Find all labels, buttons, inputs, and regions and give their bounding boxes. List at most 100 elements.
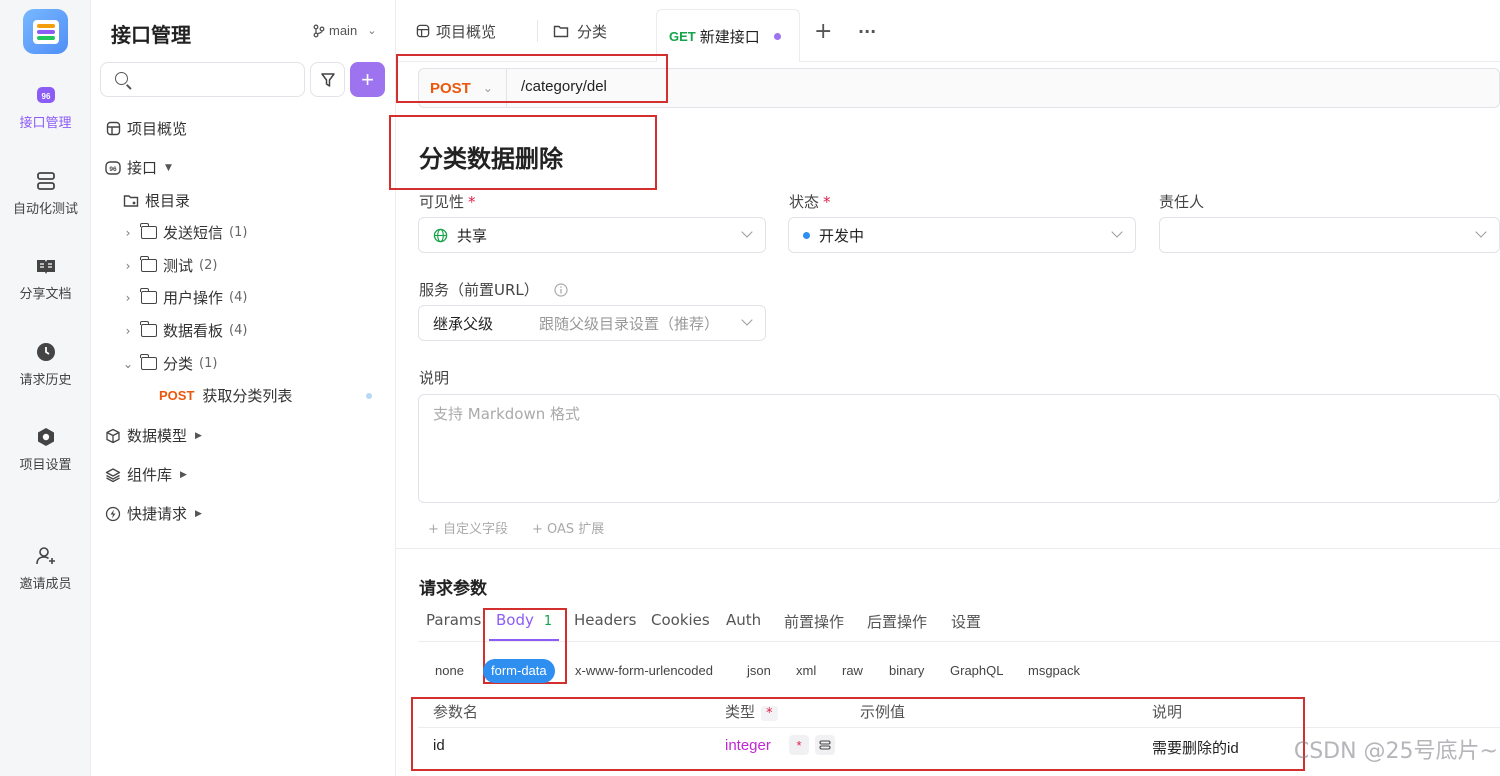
tab-body[interactable]: Body 1 [496, 611, 552, 629]
sidebar-item-label: 快捷请求 [127, 505, 188, 523]
owner-select[interactable] [1159, 217, 1500, 253]
search-input[interactable] [100, 62, 305, 97]
body-type-none[interactable]: none [435, 659, 464, 683]
body-type-urlencoded[interactable]: x-www-form-urlencoded [575, 659, 713, 683]
folder-name: 用户操作 [163, 289, 224, 307]
tree-folder[interactable]: › 测试 (2) [121, 255, 217, 276]
tree-folder[interactable]: › 数据看板 (4) [121, 320, 247, 341]
body-type-raw[interactable]: raw [842, 659, 863, 683]
sidebar: 接口管理 main ⌄ + 项目概览 96 接口 ▼ 根目录 › 发送短信 (1… [91, 0, 396, 776]
cube-icon [105, 428, 121, 444]
service-label: 服务（前置URL） [419, 279, 568, 300]
folder-icon [553, 24, 569, 38]
folder-count: (1) [199, 356, 218, 371]
rail-item-settings[interactable]: 项目设置 [0, 426, 91, 473]
add-button[interactable]: + [350, 62, 385, 97]
branch-selector[interactable]: main ⌄ [313, 23, 376, 38]
body-type-msgpack[interactable]: msgpack [1028, 659, 1080, 683]
param-type-cell[interactable]: integer [725, 737, 771, 754]
path-input[interactable]: /category/del [521, 78, 607, 95]
tab-pre-operation[interactable]: 前置操作 [784, 611, 844, 632]
api-name-input[interactable]: 分类数据删除 [419, 139, 563, 174]
sidebar-item-label: 接口 [127, 159, 158, 177]
tab-new-api[interactable]: GET 新建接口 [656, 9, 800, 62]
sidebar-item-overview[interactable]: 项目概览 [105, 118, 187, 139]
rail-label: 分享文档 [19, 287, 72, 302]
chevron-down-icon [741, 314, 753, 326]
tab-cookies[interactable]: Cookies [651, 611, 710, 629]
visibility-select[interactable]: 共享 [418, 217, 766, 253]
more-tabs-button[interactable]: ··· [858, 9, 876, 53]
tab-settings[interactable]: 设置 [951, 611, 981, 632]
body-type-xml[interactable]: xml [796, 659, 816, 683]
tabs-divider [418, 641, 1500, 642]
tree-root[interactable]: 根目录 [123, 190, 190, 211]
column-header-example: 示例值 [860, 703, 906, 721]
body-type-graphql[interactable]: GraphQL [950, 659, 1003, 683]
table-divider [418, 727, 1500, 728]
description-textarea[interactable]: 支持 Markdown 格式 [418, 394, 1500, 503]
sidebar-item-data-model[interactable]: 数据模型 ▶ [105, 425, 202, 446]
label-text: 状态 [789, 193, 820, 211]
param-settings-button[interactable] [815, 735, 835, 755]
tree-endpoint[interactable]: POST 获取分类列表 [159, 385, 292, 406]
filter-icon [320, 72, 335, 87]
service-select[interactable]: 继承父级 跟随父级目录设置（推荐） [418, 305, 766, 341]
tab-post-operation[interactable]: 后置操作 [867, 611, 927, 632]
select-value: 共享 [457, 226, 488, 245]
sidebar-item-api[interactable]: 96 接口 ▼ [105, 157, 172, 178]
select-value: 继承父级 [433, 314, 494, 333]
rail-item-history[interactable]: 请求历史 [0, 341, 91, 388]
owner-label: 责任人 [1159, 193, 1205, 211]
add-custom-field-link[interactable]: + 自定义字段 [428, 518, 508, 537]
folder-icon [140, 321, 157, 337]
visibility-label: 可见性 * [419, 191, 476, 212]
tree-folder[interactable]: › 发送短信 (1) [121, 222, 247, 243]
rail-item-invite[interactable]: 邀请成员 [0, 545, 91, 592]
app-logo-icon[interactable] [23, 9, 68, 54]
info-icon[interactable] [553, 283, 568, 297]
rail-item-automation[interactable]: 自动化测试 [0, 170, 91, 217]
status-select[interactable]: 开发中 [788, 217, 1136, 253]
param-name-cell[interactable]: id [433, 737, 445, 754]
chevron-right-icon: › [125, 258, 131, 273]
filter-button[interactable] [310, 62, 345, 97]
method-select[interactable]: POST ⌄ [419, 69, 507, 107]
folder-name: 测试 [163, 257, 194, 275]
add-oas-extension-link[interactable]: + OAS 扩展 [532, 518, 604, 537]
column-header-name: 参数名 [433, 703, 479, 721]
tab-headers[interactable]: Headers [574, 611, 636, 629]
method-label: POST [430, 79, 471, 97]
section-divider [396, 548, 1500, 549]
tree-folder[interactable]: › 用户操作 (4) [121, 287, 247, 308]
endpoint-method: POST [159, 388, 195, 403]
tab-category[interactable]: 分类 [553, 9, 607, 53]
rail-item-api-management[interactable]: 96 接口管理 [0, 84, 91, 131]
rail-item-share-doc[interactable]: 分享文档 [0, 255, 91, 302]
tab-label: Body [496, 611, 534, 629]
folder-count: (2) [199, 258, 218, 273]
body-type-form-data[interactable]: form-data [483, 659, 555, 683]
body-type-json[interactable]: json [747, 659, 771, 683]
tab-params[interactable]: Params [426, 611, 481, 629]
tree-folder-expanded[interactable]: ⌄ 分类 (1) [121, 353, 217, 374]
add-tab-button[interactable]: + [814, 9, 832, 53]
sidebar-item-quick-request[interactable]: 快捷请求 ▶ [105, 503, 202, 524]
tab-auth[interactable]: Auth [726, 611, 761, 629]
param-description-cell[interactable]: 需要删除的id [1152, 737, 1239, 758]
sidebar-item-components[interactable]: 组件库 ▶ [105, 464, 187, 485]
search-icon [115, 72, 128, 85]
body-type-binary[interactable]: binary [889, 659, 924, 683]
required-toggle[interactable]: * [789, 735, 809, 755]
root-folder-icon [123, 193, 139, 209]
endpoint-name: 获取分类列表 [202, 387, 293, 405]
globe-icon [433, 228, 448, 243]
description-label: 说明 [419, 369, 450, 387]
tree-root-label: 根目录 [145, 192, 191, 210]
tab-overview[interactable]: 项目概览 [416, 9, 496, 53]
folder-count: (4) [229, 290, 248, 305]
required-mark: * [761, 706, 778, 721]
tab-label: 分类 [577, 22, 608, 41]
history-clock-icon [35, 341, 57, 363]
sidebar-title: 接口管理 [111, 23, 191, 47]
